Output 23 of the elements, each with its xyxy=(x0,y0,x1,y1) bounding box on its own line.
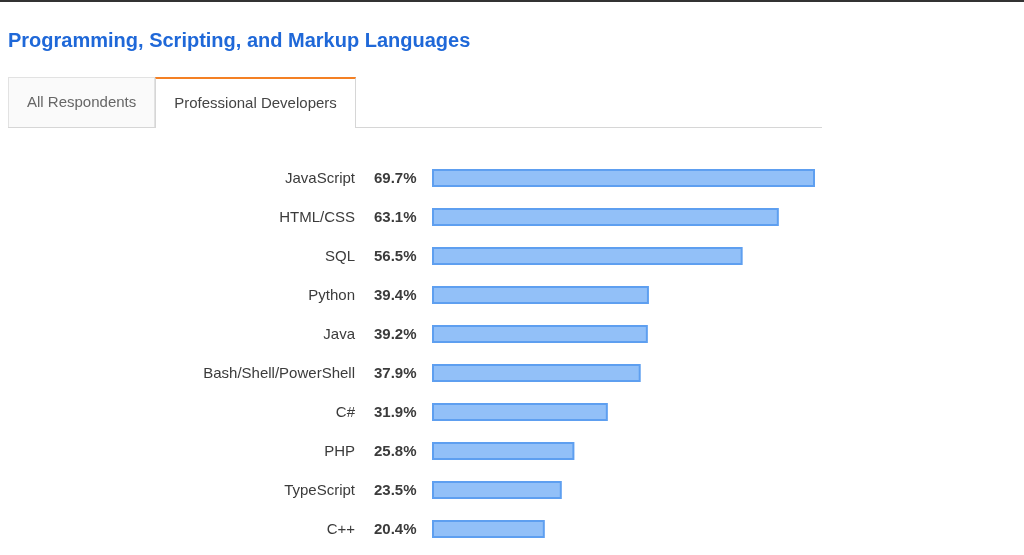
tab[interactable]: Professional Developers xyxy=(155,77,356,128)
category-label: Python xyxy=(308,286,355,303)
category-label: SQL xyxy=(325,247,355,264)
category-label: Bash/Shell/PowerShell xyxy=(203,364,355,381)
value-label: 69.7% xyxy=(374,169,417,186)
value-label: 20.4% xyxy=(374,520,417,537)
section-title: Programming, Scripting, and Markup Languages xyxy=(8,28,472,52)
value-label: 56.5% xyxy=(374,247,417,264)
value-label: 23.5% xyxy=(374,481,417,498)
category-label: HTML/CSS xyxy=(279,208,355,225)
category-label: C++ xyxy=(326,520,355,537)
value-label: 31.9% xyxy=(374,403,417,420)
value-label: 39.4% xyxy=(374,286,417,303)
category-label: PHP xyxy=(324,442,355,459)
tab[interactable]: All Respondents xyxy=(8,77,156,127)
category-label: TypeScript xyxy=(284,481,355,498)
category-label: Java xyxy=(323,325,355,342)
category-label: C# xyxy=(335,403,355,420)
value-label: 39.2% xyxy=(374,325,417,342)
value-label: 37.9% xyxy=(374,364,417,381)
value-label: 25.8% xyxy=(374,442,417,459)
category-label: JavaScript xyxy=(284,169,355,186)
value-label: 63.1% xyxy=(374,208,417,225)
